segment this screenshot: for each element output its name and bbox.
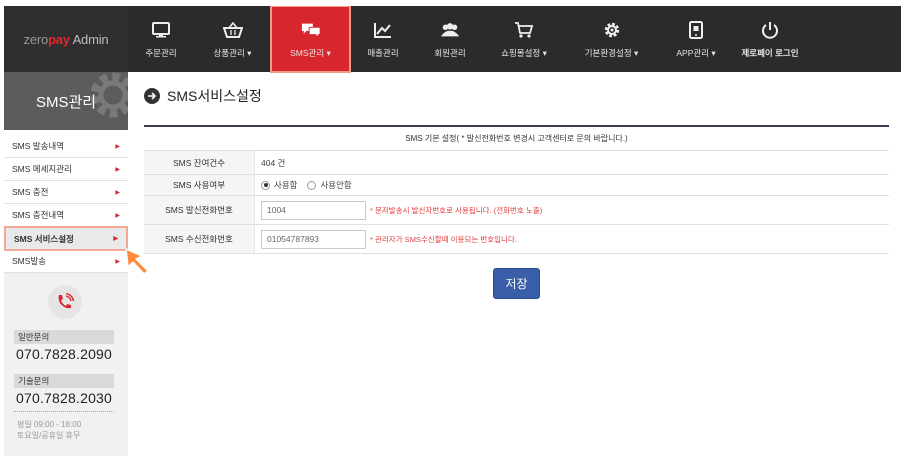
monitor-icon xyxy=(151,20,171,40)
radio-label: 사용함 xyxy=(274,180,298,190)
users-icon xyxy=(440,20,460,40)
row-label: SMS 잔여건수 xyxy=(144,151,255,174)
nav-label: 기본환경설정 ▾ xyxy=(584,47,639,58)
tech-inquiry-phone: 070.7828.2030 xyxy=(16,390,113,406)
radio-label: 사용안함 xyxy=(320,180,352,190)
sidebar-header: SMS관리 xyxy=(4,72,128,130)
nav-item-zeropay-login[interactable]: 제로페이 로그인 xyxy=(733,6,807,72)
radio-dot xyxy=(307,180,317,190)
basket-icon xyxy=(222,20,243,40)
nav-item-sms[interactable]: SMS관리 ▾ xyxy=(270,6,351,73)
radio-dot xyxy=(261,180,270,190)
main-nav: 주문관리 상품관리 ▾ SMS관리 ▾ 매출관리 회원관리 쇼핑몰설정 ▾ 기본… xyxy=(128,6,807,73)
sender-number-input[interactable] xyxy=(261,200,366,220)
sidebar-item-label: SMS 충전 xyxy=(12,187,49,197)
nav-label: 회원관리 xyxy=(434,47,466,58)
pointer-cursor-icon xyxy=(125,248,149,275)
row-label: SMS 발신전화번호 xyxy=(144,196,255,224)
caret-right-icon: ▶ xyxy=(115,212,120,219)
gear-decoration-icon xyxy=(90,72,128,118)
nav-label: 주문관리 xyxy=(145,47,177,58)
sidebar-item-sms-service-settings[interactable]: SMS 서비스설정 ▶ xyxy=(4,226,128,251)
nav-label: 매출관리 xyxy=(367,47,399,58)
table-row: SMS 잔여건수 404 건 xyxy=(144,151,889,175)
sender-cell: * 문자발송시 발신자번호로 사용됩니다. (전화번호 노출) xyxy=(255,196,889,224)
caret-right-icon: ▶ xyxy=(115,258,120,265)
mobile-icon xyxy=(686,20,706,40)
sidebar-menu: SMS 발송내역 ▶ SMS 메세지관리 ▶ SMS 충전 ▶ SMS 충전내역 ▶ S… xyxy=(4,135,128,273)
logo-text: zeropay Admin xyxy=(23,31,109,47)
nav-item-basic-settings[interactable]: 기본환경설정 ▾ xyxy=(564,6,659,72)
caret-right-icon: ▶ xyxy=(115,166,120,173)
sidebar-item-label: SMS 발송내역 xyxy=(12,141,65,151)
table-row: SMS 수신전화번호 * 관리자가 SMS수신할때 이용되는 번호입니다. xyxy=(144,225,889,254)
nav-item-sales[interactable]: 매출관리 xyxy=(350,6,416,72)
receiver-hint: * 관리자가 SMS수신할때 이용되는 번호입니다. xyxy=(370,234,517,244)
save-button[interactable]: 저장 xyxy=(493,268,540,299)
page-title-text: SMS서비스설정 xyxy=(167,88,262,104)
brand-logo[interactable]: zeropay Admin xyxy=(4,6,128,72)
nav-label: 제로페이 로그인 xyxy=(741,47,799,58)
sidebar-item-sms-send[interactable]: SMS발송 ▶ xyxy=(4,250,128,273)
arrow-circle-icon xyxy=(144,88,160,104)
section-header: SMS 기본 설정( * 발신전화번호 변경시 고객센터로 문의 바랍니다.) xyxy=(144,127,889,151)
usage-on-radio[interactable]: 사용함 xyxy=(261,179,297,191)
sidebar-item-sms-charge-history[interactable]: SMS 충전내역 ▶ xyxy=(4,204,128,227)
top-navigation-bar: zeropay Admin 주문관리 상품관리 ▾ SMS관리 ▾ 매출관리 회… xyxy=(4,6,901,73)
nav-item-app[interactable]: APP관리 ▾ xyxy=(659,6,733,72)
nav-item-orders[interactable]: 주문관리 xyxy=(128,6,194,72)
row-label: SMS 수신전화번호 xyxy=(144,225,255,253)
sms-settings-table: SMS 기본 설정( * 발신전화번호 변경시 고객센터로 문의 바랍니다.) … xyxy=(144,125,889,254)
sidebar-item-label: SMS 메세지관리 xyxy=(12,164,72,174)
page-title: SMS서비스설정 xyxy=(144,86,262,106)
nav-item-members[interactable]: 회원관리 xyxy=(416,6,484,72)
general-inquiry-phone: 070.7828.2090 xyxy=(16,346,113,362)
tech-inquiry-label: 기술문의 xyxy=(14,374,114,388)
support-panel: 일반문의 070.7828.2090 기술문의 070.7828.2030 평일… xyxy=(4,273,128,456)
phone-icon xyxy=(48,285,82,319)
sidebar-item-label: SMS 충전내역 xyxy=(12,210,65,220)
nav-label: 쇼핑몰설정 ▾ xyxy=(501,47,547,58)
usage-off-radio[interactable]: 사용안함 xyxy=(307,179,352,191)
nav-label: SMS관리 ▾ xyxy=(290,47,331,58)
sidebar-item-sms-charge[interactable]: SMS 충전 ▶ xyxy=(4,181,128,204)
table-row: SMS 발신전화번호 * 문자발송시 발신자번호로 사용됩니다. (전화번호 노… xyxy=(144,196,889,225)
nav-item-products[interactable]: 상품관리 ▾ xyxy=(194,6,271,72)
nav-label: 상품관리 ▾ xyxy=(213,47,252,58)
sidebar-item-label: SMS 서비스설정 xyxy=(14,233,74,244)
sidebar-item-sms-messages[interactable]: SMS 메세지관리 ▶ xyxy=(4,158,128,181)
receiver-cell: * 관리자가 SMS수신할때 이용되는 번호입니다. xyxy=(255,225,889,253)
gear-icon xyxy=(602,20,622,40)
sidebar-item-label: SMS발송 xyxy=(12,256,47,266)
chart-icon xyxy=(373,20,393,40)
chat-icon xyxy=(301,20,321,40)
usage-radio-group: 사용함 사용안함 xyxy=(255,175,889,195)
hours-weekend: 토요일/공휴일 휴무 xyxy=(17,431,81,440)
cart-icon xyxy=(514,20,534,40)
sms-balance-value: 404 건 xyxy=(261,157,286,168)
power-icon xyxy=(760,20,780,40)
hours-weekday: 평일 09:00 - 18:00 xyxy=(17,420,82,429)
caret-right-icon: ▶ xyxy=(115,143,120,150)
divider xyxy=(14,411,114,412)
sender-hint: * 문자발송시 발신자번호로 사용됩니다. (전화번호 노출) xyxy=(370,205,543,215)
app-frame: zeropay Admin 주문관리 상품관리 ▾ SMS관리 ▾ 매출관리 회… xyxy=(4,6,901,456)
caret-right-icon: ▶ xyxy=(113,236,118,242)
row-label: SMS 사용여부 xyxy=(144,175,255,195)
nav-item-mall-settings[interactable]: 쇼핑몰설정 ▾ xyxy=(484,6,564,72)
table-row: SMS 사용여부 사용함 사용안함 xyxy=(144,175,889,196)
caret-right-icon: ▶ xyxy=(115,189,120,196)
general-inquiry-label: 일반문의 xyxy=(14,330,114,344)
nav-label: APP관리 ▾ xyxy=(676,47,716,58)
sidebar-item-sms-history[interactable]: SMS 발송내역 ▶ xyxy=(4,135,128,158)
receiver-number-input[interactable] xyxy=(261,229,366,249)
